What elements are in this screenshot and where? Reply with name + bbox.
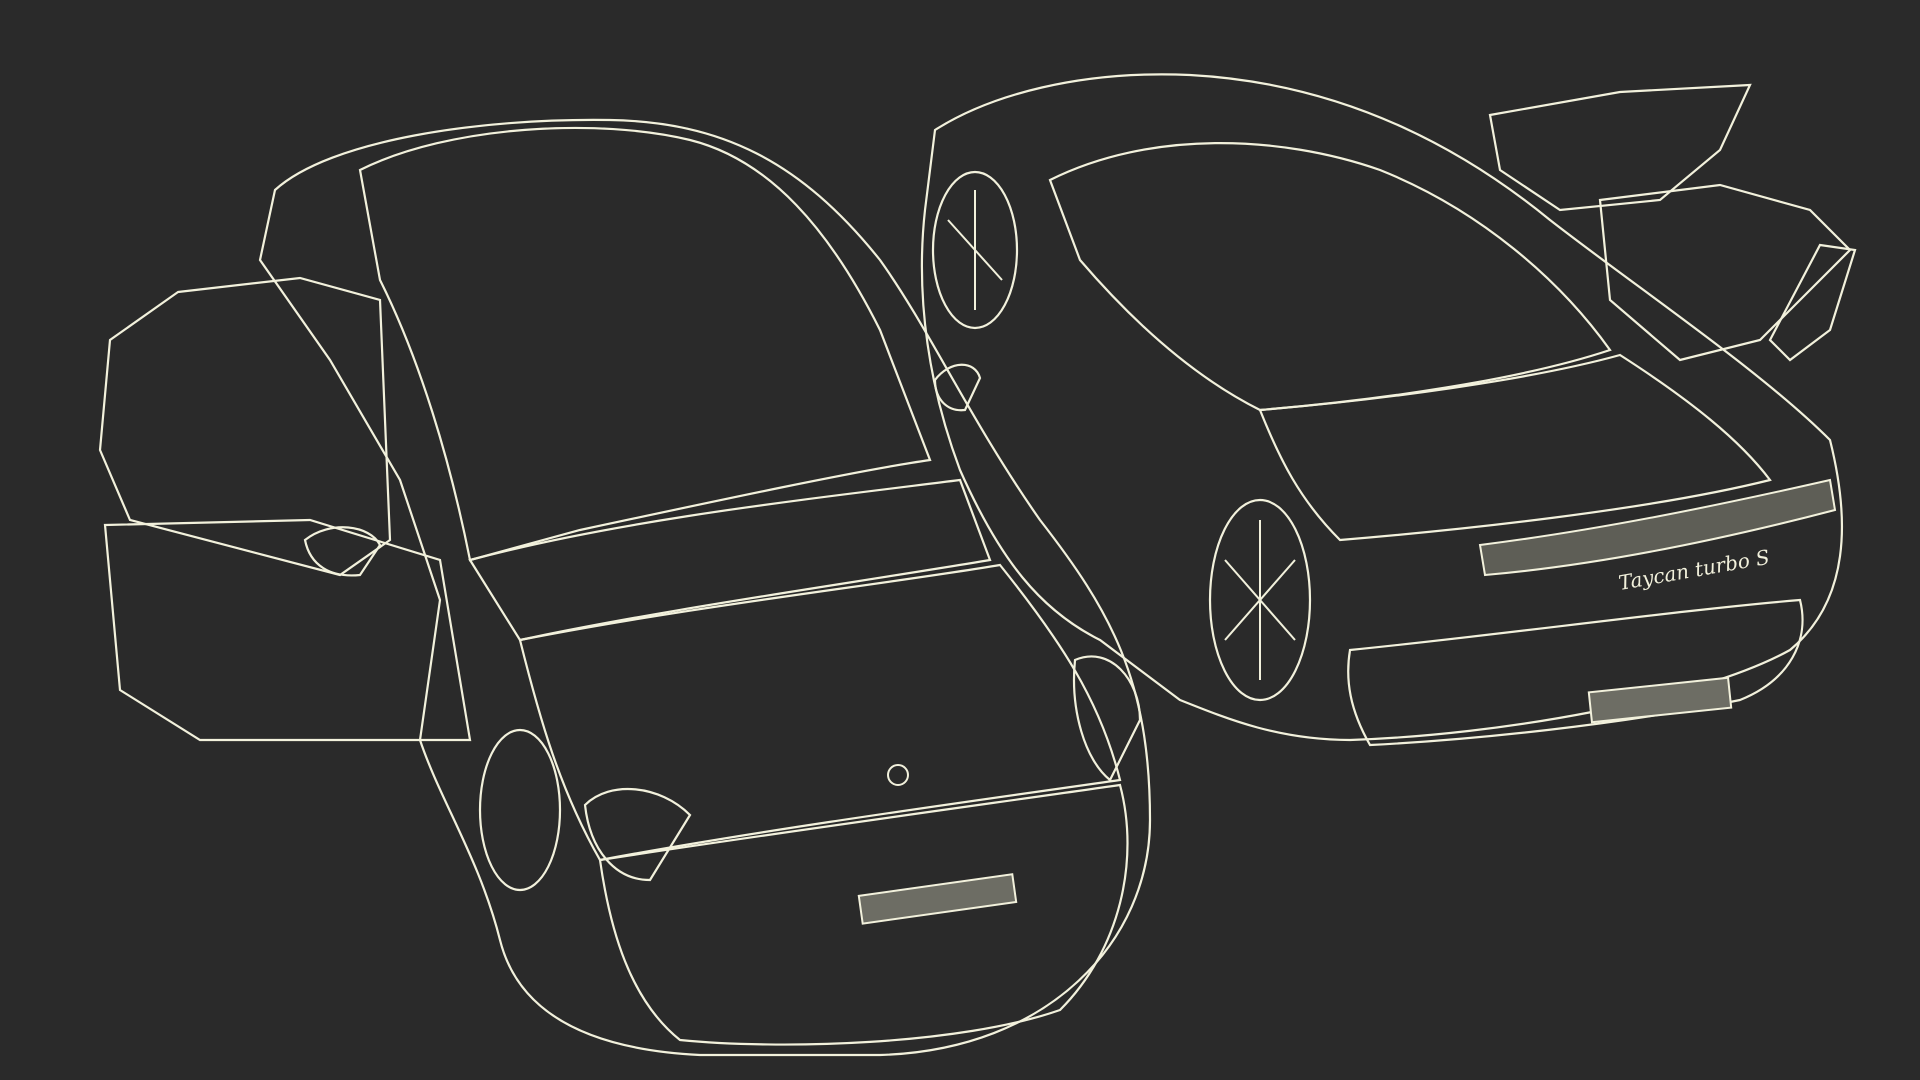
car-rear-bumper — [1347, 598, 1804, 747]
car-rear-upper-door — [1488, 83, 1752, 212]
car-rear-license-plate — [1587, 676, 1733, 724]
car-front-front-door — [103, 518, 472, 742]
car-front-hood — [518, 563, 1122, 862]
car-front-license-plate — [857, 873, 1018, 925]
car-front-crest-icon — [887, 764, 909, 786]
render-viewport: Taycan turbo S — [0, 0, 1920, 1080]
car-front-windshield — [468, 478, 992, 642]
car-front-model — [98, 118, 1152, 1057]
car-rear-lower-door — [1598, 183, 1852, 362]
car-rear-roof — [1048, 142, 1612, 412]
car-rear-model: Taycan turbo S — [920, 73, 1857, 747]
wireframe-render: Taycan turbo S — [98, 73, 1857, 1057]
car-rear-door-edge — [1768, 243, 1857, 362]
car-rear-wheel-spokes — [947, 190, 1296, 680]
car-front-wheel — [478, 728, 562, 892]
car-rear-tail-light-bar — [1478, 478, 1837, 577]
